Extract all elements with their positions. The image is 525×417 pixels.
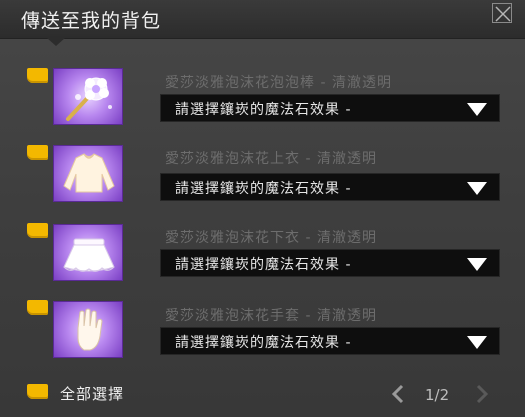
select-value: 請選擇鑲崁的魔法石效果 - — [175, 102, 352, 118]
chevron-down-icon — [467, 336, 487, 349]
close-button[interactable] — [492, 3, 512, 23]
item-name: 愛莎淡雅泡沫花下衣 - 清澈透明 — [165, 230, 377, 246]
prev-page-button[interactable] — [388, 384, 408, 408]
bubble-wand-icon — [53, 68, 123, 125]
magic-stone-select[interactable]: 請選擇鑲崁的魔法石效果 - — [160, 173, 500, 201]
chevron-down-icon — [467, 103, 487, 116]
item-row: 愛莎淡雅泡沫花泡泡棒 - 清澈透明 請選擇鑲崁的魔法石效果 - — [0, 65, 525, 135]
top-shirt-icon — [53, 145, 123, 202]
magic-stone-select[interactable]: 請選擇鑲崁的魔法石效果 - — [160, 327, 500, 355]
next-page-button[interactable] — [472, 384, 492, 408]
item-checkbox[interactable] — [27, 145, 48, 160]
select-all-checkbox[interactable] — [27, 384, 48, 399]
select-value: 請選擇鑲崁的魔法石效果 - — [175, 181, 352, 197]
select-value: 請選擇鑲崁的魔法石效果 - — [175, 257, 352, 273]
item-row: 愛莎淡雅泡沫花下衣 - 清澈透明 請選擇鑲崁的魔法石效果 - — [0, 221, 525, 291]
skirt-icon — [53, 224, 123, 281]
item-checkbox[interactable] — [27, 68, 48, 83]
chevron-down-icon — [467, 258, 487, 271]
chevron-left-icon — [391, 384, 404, 404]
item-checkbox[interactable] — [27, 300, 48, 315]
item-name: 愛莎淡雅泡沫花手套 - 清澈透明 — [165, 308, 377, 324]
window-title: 傳送至我的背包 — [21, 10, 162, 32]
select-value: 請選擇鑲崁的魔法石效果 - — [175, 335, 352, 351]
title-notch — [47, 38, 65, 46]
close-icon — [495, 6, 511, 22]
title-bar: 傳送至我的背包 — [0, 0, 525, 39]
select-all-label[interactable]: 全部選擇 — [60, 383, 124, 404]
magic-stone-select[interactable]: 請選擇鑲崁的魔法石效果 - — [160, 249, 500, 277]
item-name: 愛莎淡雅泡沫花上衣 - 清澈透明 — [165, 151, 377, 167]
chevron-down-icon — [467, 182, 487, 195]
chevron-right-icon — [476, 384, 489, 404]
glove-icon — [53, 301, 123, 358]
page-indicator: 1/2 — [425, 386, 450, 404]
send-to-backpack-window: 傳送至我的背包 愛莎淡雅泡沫花泡泡棒 - 清澈透明 請選擇鑲崁的魔法石效果 - … — [0, 0, 525, 417]
item-checkbox[interactable] — [27, 223, 48, 238]
item-name: 愛莎淡雅泡沫花泡泡棒 - 清澈透明 — [165, 75, 392, 91]
magic-stone-select[interactable]: 請選擇鑲崁的魔法石效果 - — [160, 94, 500, 122]
item-row: 愛莎淡雅泡沫花手套 - 清澈透明 請選擇鑲崁的魔法石效果 - — [0, 298, 525, 368]
item-row: 愛莎淡雅泡沫花上衣 - 清澈透明 請選擇鑲崁的魔法石效果 - — [0, 143, 525, 213]
